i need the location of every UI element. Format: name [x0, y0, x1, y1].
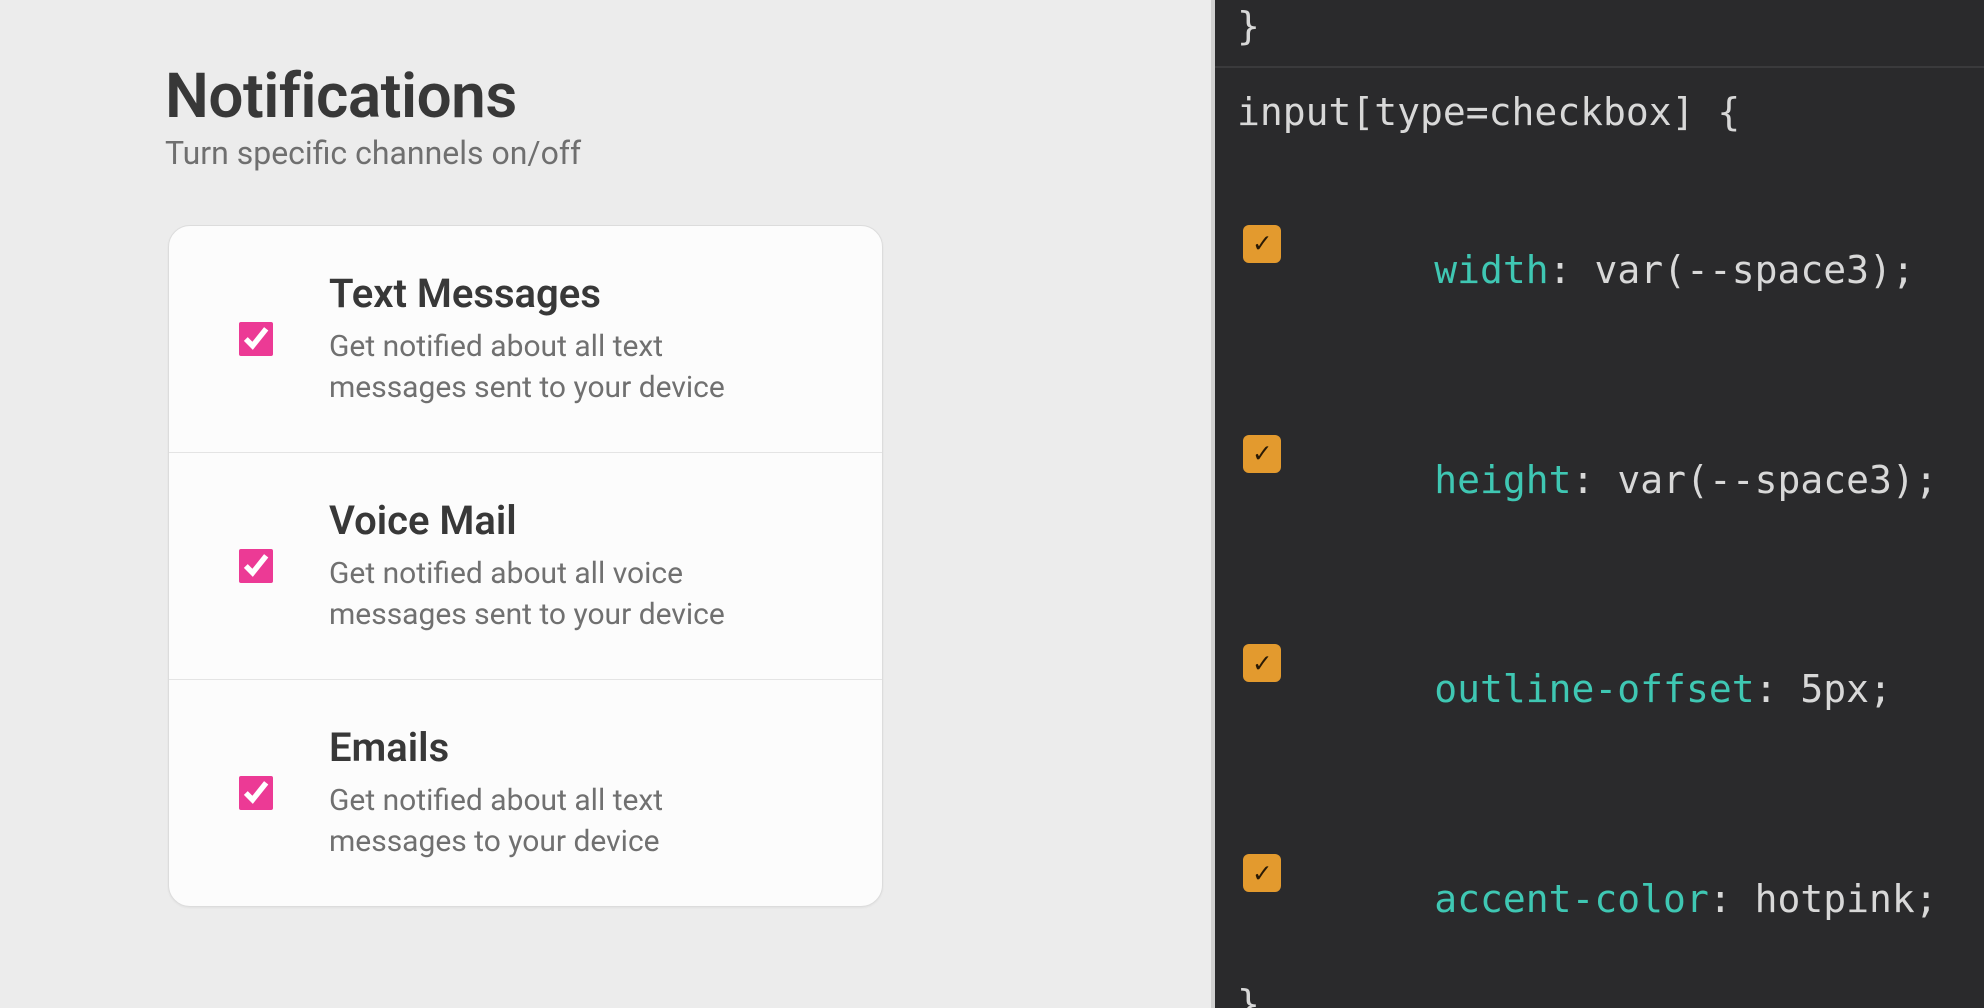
css-val: var(--space3)	[1617, 458, 1914, 502]
css-prop: width	[1434, 248, 1548, 292]
row-text: Voice Mail Get notified about all voice …	[329, 497, 842, 635]
css-declaration[interactable]: ✓ width: var(--space3);	[1237, 139, 1984, 349]
row-title: Voice Mail	[329, 497, 842, 544]
notifications-card: Text Messages Get notified about all tex…	[168, 225, 883, 907]
checkbox-text-messages[interactable]	[239, 322, 273, 356]
css-declaration[interactable]: ✓ accent-color: hotpink;	[1237, 768, 1984, 978]
preview-pane: Notifications Turn specific channels on/…	[0, 0, 1215, 1008]
css-selector[interactable]: input[type=checkbox] {	[1237, 86, 1984, 138]
page-title: Notifications	[165, 60, 517, 133]
rule-close-brace: }	[1237, 978, 1984, 1008]
property-toggle-icon[interactable]: ✓	[1243, 435, 1281, 473]
css-prop: height	[1434, 458, 1571, 502]
row-desc: Get notified about all text messages to …	[329, 781, 749, 862]
css-val: var(--space3)	[1594, 248, 1891, 292]
css-declaration[interactable]: ✓ outline-offset: 5px;	[1237, 558, 1984, 768]
styles-panel[interactable]: } input[type=checkbox] { ✓ width: var(--…	[1215, 0, 1984, 1008]
row-title: Text Messages	[329, 270, 842, 317]
checkbox-emails[interactable]	[239, 776, 273, 810]
property-toggle-icon[interactable]: ✓	[1243, 644, 1281, 682]
notification-row-text-messages: Text Messages Get notified about all tex…	[169, 226, 882, 453]
notification-row-emails: Emails Get notified about all text messa…	[169, 680, 882, 906]
css-prop: outline-offset	[1434, 667, 1754, 711]
css-prop: accent-color	[1434, 877, 1709, 921]
css-declaration[interactable]: ✓ height: var(--space3);	[1237, 349, 1984, 559]
notification-row-voice-mail: Voice Mail Get notified about all voice …	[169, 453, 882, 680]
page-subtitle: Turn specific channels on/off	[165, 134, 581, 172]
property-toggle-icon[interactable]: ✓	[1243, 854, 1281, 892]
css-val: 5px	[1800, 667, 1869, 711]
rule-separator	[1215, 66, 1984, 68]
row-desc: Get notified about all voice messages se…	[329, 554, 749, 635]
row-text: Emails Get notified about all text messa…	[329, 724, 842, 862]
rule-close-brace: }	[1237, 0, 1984, 52]
row-text: Text Messages Get notified about all tex…	[329, 270, 842, 408]
property-toggle-icon[interactable]: ✓	[1243, 225, 1281, 263]
devtools-pane: } input[type=checkbox] { ✓ width: var(--…	[1215, 0, 1984, 1008]
checkbox-voice-mail[interactable]	[239, 549, 273, 583]
row-desc: Get notified about all text messages sen…	[329, 327, 749, 408]
row-title: Emails	[329, 724, 842, 771]
css-val: hotpink	[1755, 877, 1915, 921]
